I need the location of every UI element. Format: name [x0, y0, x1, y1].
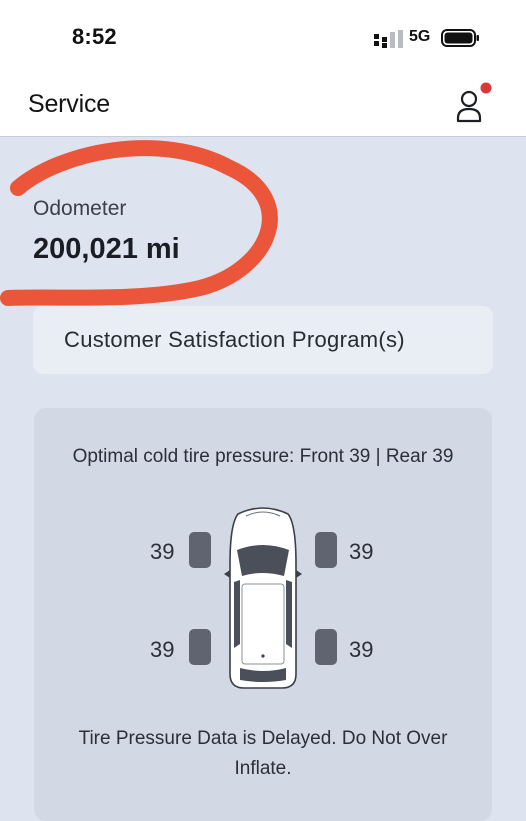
annotation-scribble [0, 140, 278, 306]
tire-pressure-card[interactable]: Optimal cold tire pressure: Front 39 | R… [34, 408, 492, 821]
notification-dot [480, 82, 492, 94]
tire-front-left-icon [189, 532, 211, 568]
tire-pressure-rear-right: 39 [349, 637, 374, 662]
account-person-icon[interactable] [455, 82, 495, 126]
signal-icon [374, 30, 403, 48]
optimal-tire-pressure-text: Optimal cold tire pressure: Front 39 | R… [72, 446, 454, 467]
tire-front-right-icon [315, 532, 337, 568]
odometer-label: Odometer [33, 197, 127, 220]
battery-icon [441, 29, 479, 47]
status-bar: 8:52 5G [0, 0, 526, 74]
odometer-value: 200,021 mi [33, 233, 180, 265]
customer-satisfaction-program-label: Customer Satisfaction Program(s) [64, 327, 405, 352]
customer-satisfaction-program-card[interactable]: Customer Satisfaction Program(s) [33, 306, 493, 374]
tire-pressure-delay-note: Tire Pressure Data is Delayed. Do Not Ov… [78, 728, 448, 779]
tire-rear-right-icon [315, 629, 337, 665]
status-time: 8:52 [72, 24, 117, 49]
tire-pressure-rear-left: 39 [150, 637, 175, 662]
page-title: Service [28, 90, 110, 118]
tire-pressure-front-right: 39 [349, 539, 374, 564]
tire-rear-left-icon [189, 629, 211, 665]
vehicle-top-view-icon [224, 507, 302, 689]
network-type: 5G [409, 28, 431, 45]
app-header: Service [0, 74, 526, 137]
tire-pressure-front-left: 39 [150, 539, 175, 564]
